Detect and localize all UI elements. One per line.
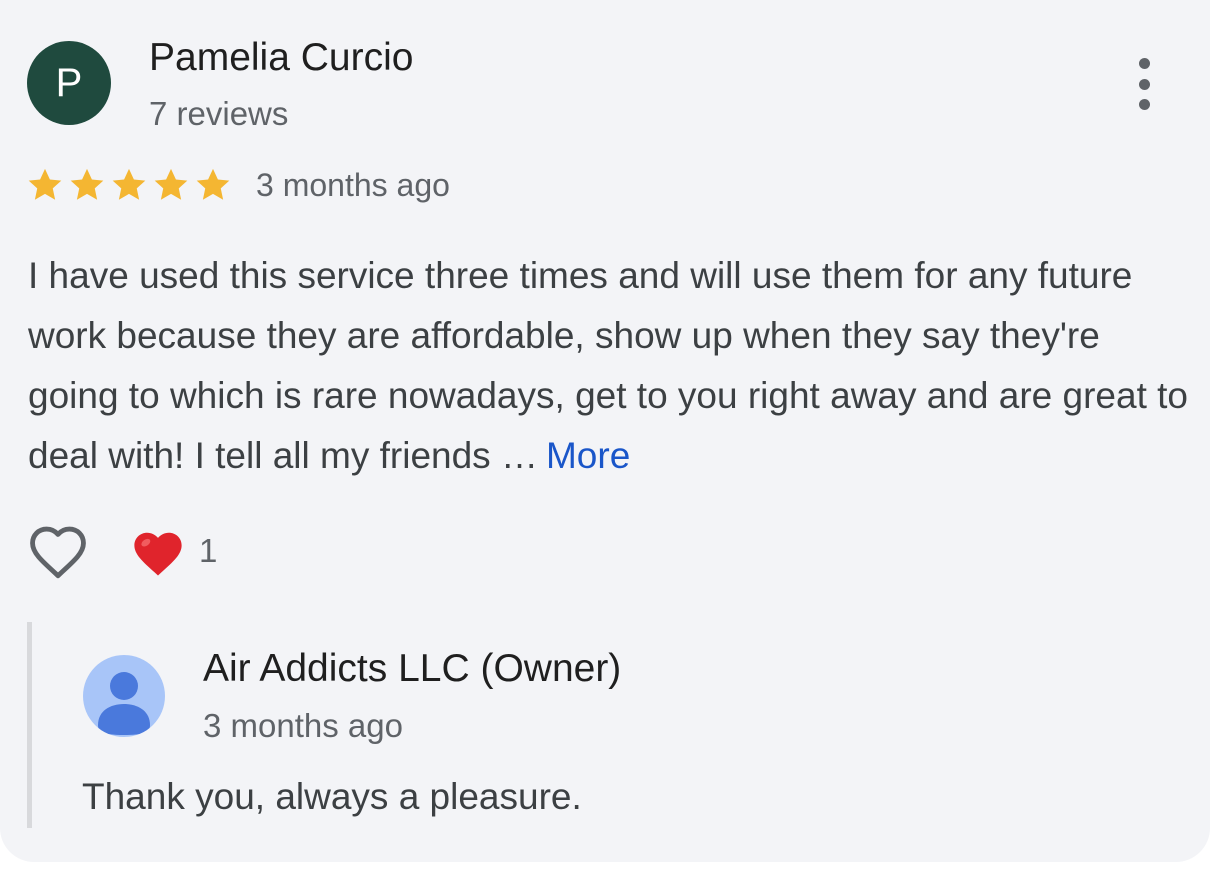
owner-avatar[interactable] bbox=[83, 655, 165, 737]
heart-outline-icon[interactable] bbox=[27, 524, 89, 580]
author-avatar[interactable]: P bbox=[27, 41, 111, 125]
star-icon bbox=[70, 168, 104, 200]
owner-reply-time: 3 months ago bbox=[203, 707, 403, 744]
star-icon bbox=[112, 168, 146, 200]
review-text: I have used this service three times and… bbox=[28, 246, 1188, 486]
red-heart-icon[interactable] bbox=[131, 527, 185, 579]
more-link[interactable]: More bbox=[546, 435, 630, 476]
person-icon bbox=[98, 672, 150, 735]
reply-divider bbox=[27, 622, 32, 828]
more-vert-icon[interactable] bbox=[1118, 54, 1170, 114]
owner-reply-text: Thank you, always a pleasure. bbox=[82, 776, 582, 817]
star-icon bbox=[154, 168, 188, 200]
star-icon bbox=[196, 168, 230, 200]
owner-name: Air Addicts LLC (Owner) bbox=[203, 647, 622, 690]
review-card: P Pamelia Curcio 7 reviews 3 months ago … bbox=[0, 0, 1210, 862]
author-review-count: 7 reviews bbox=[149, 95, 289, 132]
author-initial: P bbox=[55, 60, 83, 105]
star-rating bbox=[26, 166, 232, 204]
review-time: 3 months ago bbox=[256, 167, 450, 203]
star-icon bbox=[28, 168, 62, 200]
author-name[interactable]: Pamelia Curcio bbox=[149, 36, 413, 80]
reaction-count: 1 bbox=[199, 532, 218, 569]
